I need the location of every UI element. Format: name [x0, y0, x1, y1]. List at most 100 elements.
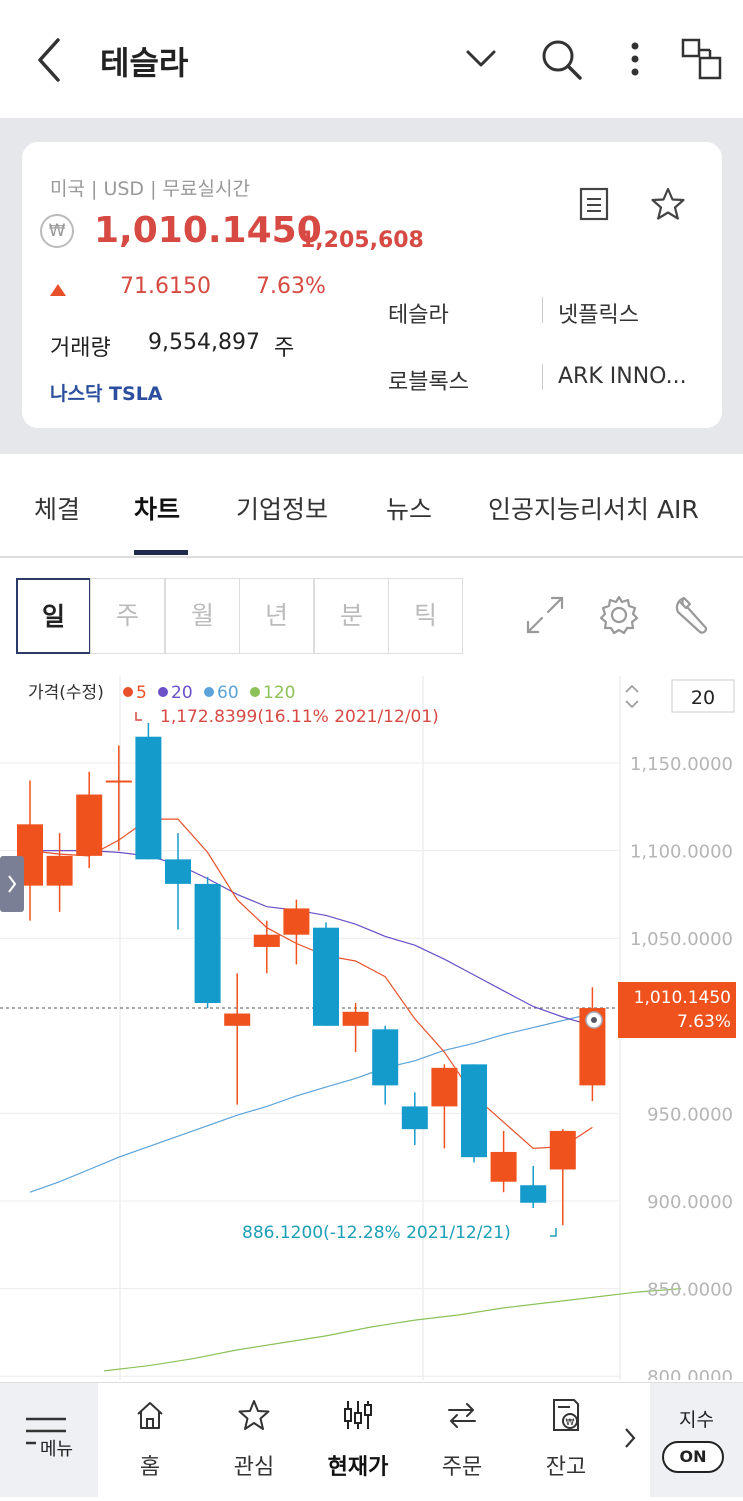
candle: [165, 833, 191, 930]
nav-balance[interactable]: ₩ 잔고: [514, 1383, 618, 1497]
candle-body: [520, 1185, 547, 1203]
more-vertical-icon[interactable]: [612, 36, 658, 82]
chart-left-handle[interactable]: [0, 856, 24, 912]
candle-body: [372, 1029, 399, 1086]
related-stock-roblox[interactable]: 로블록스: [388, 364, 469, 396]
index-label: 지수: [679, 1409, 714, 1431]
bottom-nav: 메뉴 홈 관심 현재가 주문 ₩ 잔고 지수 ON: [0, 1382, 743, 1497]
candle: [520, 1165, 547, 1209]
low-marker-icon: [550, 1228, 557, 1237]
exchange-ticker[interactable]: 나스닥 TSLA: [50, 379, 163, 406]
candle: [224, 973, 251, 1105]
document-icon[interactable]: [576, 186, 612, 222]
candle-body: [313, 927, 339, 1026]
active-tab-indicator: [134, 550, 188, 555]
period-day[interactable]: 일: [16, 578, 91, 654]
volume-label: 거래량: [50, 336, 111, 361]
candle-body: [342, 1011, 369, 1026]
tab-ai-research[interactable]: 인공지능리서치 AIR: [488, 490, 699, 526]
star-icon: [238, 1400, 270, 1430]
legend-label: 가격(수정): [28, 683, 104, 703]
period-count-stepper[interactable]: 20: [625, 679, 735, 713]
price-change-pct: 7.63%: [256, 274, 326, 299]
candle: [372, 1025, 399, 1105]
chart-canvas[interactable]: 1,150.0000 1,100.0000 1,050.0000 950.0000 90…: [0, 676, 743, 1380]
legend-ma-label: 120: [263, 683, 295, 703]
nav-watchlist[interactable]: 관심: [202, 1383, 306, 1497]
candle: [461, 1064, 487, 1163]
ma120-line: [103, 1288, 682, 1372]
price-krw: 1,205,608: [300, 228, 424, 253]
candle: [105, 745, 132, 851]
expand-icon[interactable]: [522, 592, 568, 638]
period-week[interactable]: 주: [90, 578, 165, 654]
candle-body: [253, 934, 280, 947]
tab-company-info[interactable]: 기업정보: [236, 490, 328, 526]
legend-dot-icon: [204, 687, 214, 697]
last-price-value: 1,010.1450: [634, 988, 731, 1008]
quote-card: 미국 | USD | 무료실시간 ₩ 1,010.1450 1,205,608 …: [22, 142, 722, 428]
exchange-arrows-icon: [448, 1403, 476, 1428]
won-icon[interactable]: ₩: [40, 214, 74, 248]
nav-order[interactable]: 주문: [410, 1383, 514, 1497]
candle-body: [224, 1013, 251, 1026]
period-tick[interactable]: 틱: [388, 578, 463, 654]
balance-document-icon: ₩: [553, 1399, 579, 1431]
index-toggle[interactable]: ON: [662, 1441, 724, 1473]
tab-news[interactable]: 뉴스: [386, 490, 432, 526]
high-annotation: 1,172.8399(16.11% 2021/12/01): [160, 707, 439, 727]
nav-watchlist-label: 관심: [233, 1455, 275, 1480]
last-price-pct: 7.63%: [677, 1012, 731, 1032]
multi-window-icon[interactable]: [680, 36, 726, 82]
candle-body: [283, 908, 310, 935]
candle: [490, 1130, 517, 1193]
y-tick-label: 950.0000: [647, 1104, 733, 1125]
chevron-down-icon[interactable]: [458, 36, 504, 82]
candle-body: [194, 883, 221, 1004]
period-month[interactable]: 월: [165, 578, 240, 654]
candle: [135, 722, 162, 860]
candle-body: [46, 855, 73, 886]
related-stock-tesla[interactable]: 테슬라: [388, 297, 449, 329]
star-icon[interactable]: [650, 186, 686, 222]
svg-text:₩: ₩: [566, 1418, 575, 1428]
legend-ma-label: 20: [171, 683, 193, 703]
search-icon[interactable]: [538, 36, 584, 82]
back-icon[interactable]: [30, 36, 70, 84]
candlestick-icon: [344, 1401, 372, 1429]
nav-current-price[interactable]: 현재가: [306, 1383, 410, 1497]
nav-current-price-label: 현재가: [327, 1455, 389, 1480]
tab-chart[interactable]: 차트: [134, 490, 180, 526]
legend-dot-icon: [250, 687, 260, 697]
candle-body: [490, 1151, 517, 1182]
current-price: 1,010.1450: [94, 210, 322, 251]
candle-body: [461, 1064, 487, 1158]
divider: [542, 297, 543, 323]
up-arrow-icon: [50, 284, 66, 296]
related-stock-netflix[interactable]: 넷플릭스: [558, 297, 639, 329]
period-count-value: 20: [691, 687, 715, 709]
nav-more-chevron-icon[interactable]: [620, 1423, 640, 1457]
top-bar: 테슬라: [0, 0, 743, 118]
page-title: 테슬라: [100, 44, 189, 82]
price-chart[interactable]: 1,150.0000 1,100.0000 1,050.0000 950.0000 90…: [0, 676, 743, 1380]
price-change: 71.6150: [120, 274, 211, 299]
legend-dot-icon: [158, 687, 168, 697]
candle-body: [76, 794, 103, 856]
candle: [431, 1064, 458, 1149]
high-marker-icon: [135, 712, 142, 721]
wrench-icon[interactable]: [670, 592, 716, 638]
period-year[interactable]: 년: [239, 578, 314, 654]
low-annotation: 886.1200(-12.28% 2021/12/21): [242, 1223, 511, 1243]
tab-trades[interactable]: 체결: [34, 490, 80, 526]
y-tick-label: 1,050.0000: [630, 929, 733, 950]
nav-balance-label: 잔고: [545, 1455, 587, 1480]
nav-home[interactable]: 홈: [98, 1383, 202, 1497]
menu-button[interactable]: 메뉴: [0, 1383, 98, 1497]
volume-unit: 주: [274, 336, 295, 361]
related-stock-ark[interactable]: ARK INNO...: [558, 364, 687, 389]
period-minute[interactable]: 분: [314, 578, 389, 654]
settings-gear-icon[interactable]: [596, 592, 642, 638]
y-tick-label: 1,100.0000: [630, 842, 733, 863]
y-tick-label: 850.0000: [647, 1280, 733, 1301]
